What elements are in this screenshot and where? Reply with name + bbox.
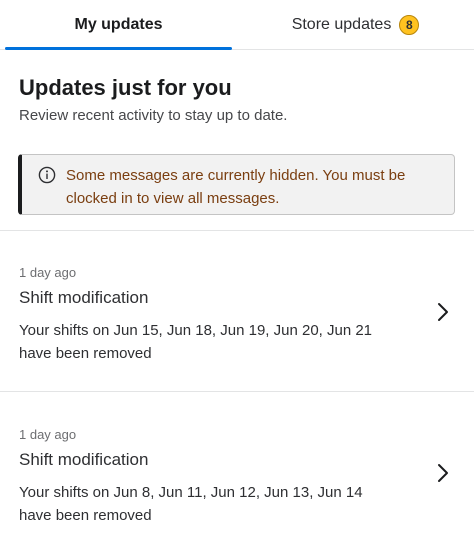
update-body: Your shifts on Jun 15, Jun 18, Jun 19, J… bbox=[19, 322, 373, 362]
tab-store-updates[interactable]: Store updates 8 bbox=[237, 0, 474, 49]
page-subtitle: Review recent activity to stay up to dat… bbox=[19, 107, 288, 124]
tab-store-updates-label: Store updates bbox=[291, 15, 392, 33]
page-title: Updates just for you bbox=[19, 75, 232, 100]
update-time: 1 day ago bbox=[19, 427, 77, 442]
update-title: Shift modification bbox=[19, 288, 149, 307]
alert-message: Some messages are currently hidden. You … bbox=[66, 167, 406, 207]
tab-bar: My updates Store updates 8 bbox=[0, 0, 474, 50]
info-icon bbox=[38, 166, 56, 184]
hidden-messages-alert: Some messages are currently hidden. You … bbox=[18, 154, 455, 215]
chevron-right-icon bbox=[436, 462, 450, 484]
store-updates-count-badge: 8 bbox=[399, 14, 420, 35]
tab-my-updates[interactable]: My updates bbox=[0, 0, 237, 50]
chevron-right-icon bbox=[436, 301, 450, 323]
update-title: Shift modification bbox=[19, 450, 149, 469]
update-body: Your shifts on Jun 8, Jun 11, Jun 12, Ju… bbox=[19, 484, 363, 524]
tab-my-updates-label: My updates bbox=[74, 15, 163, 33]
intro-section: Updates just for you Review recent activ… bbox=[0, 50, 474, 126]
update-time: 1 day ago bbox=[19, 265, 77, 280]
update-card[interactable]: 1 day ago Shift modification Your shifts… bbox=[0, 392, 474, 550]
update-card[interactable]: 1 day ago Shift modification Your shifts… bbox=[0, 231, 474, 391]
